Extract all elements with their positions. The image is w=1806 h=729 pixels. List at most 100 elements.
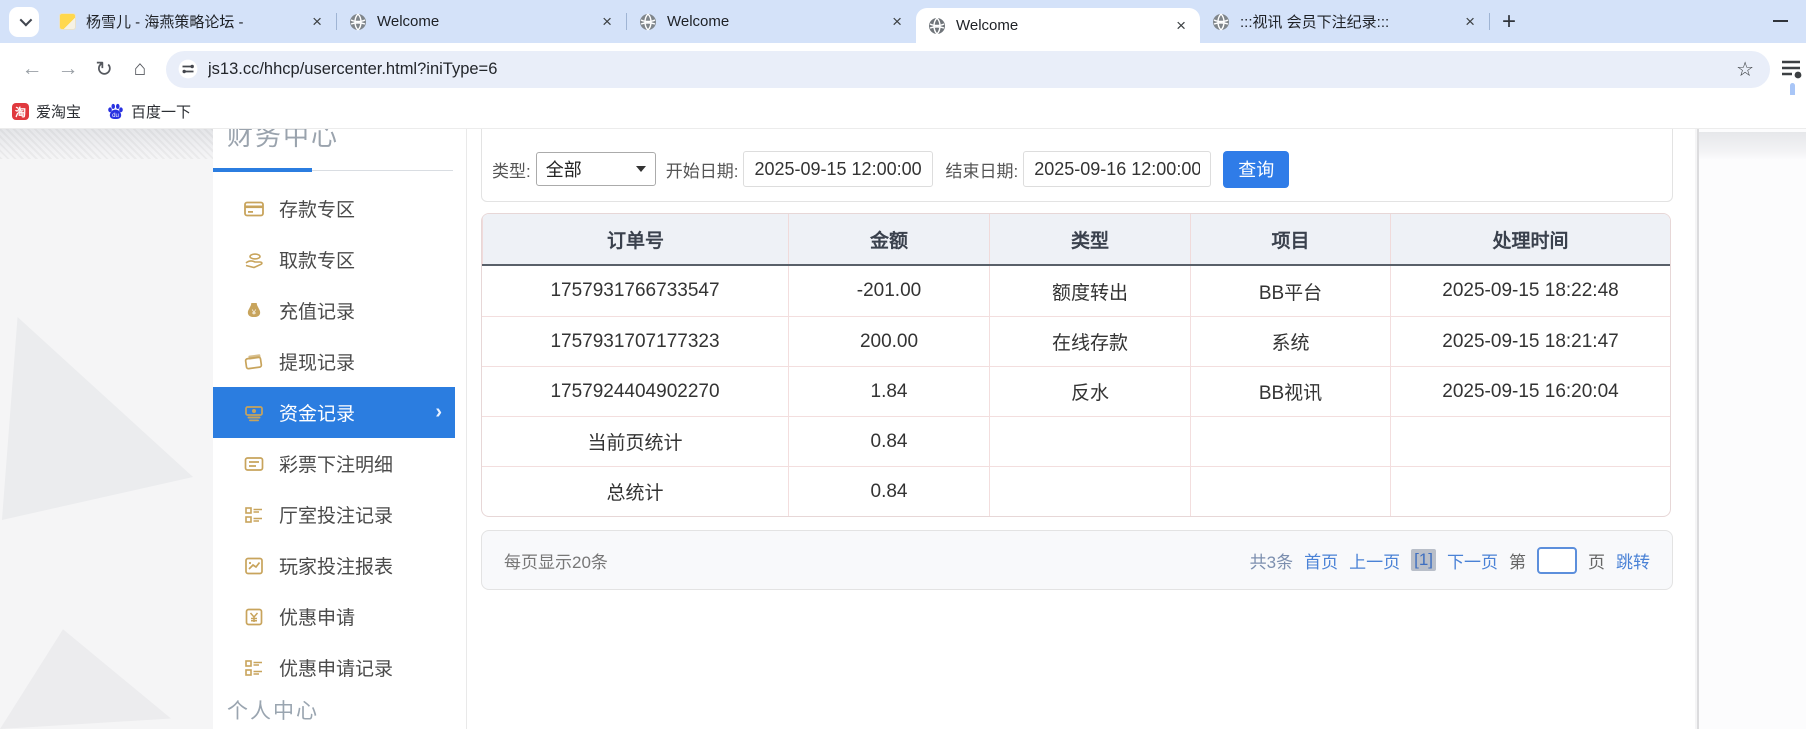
url-text[interactable]: js13.cc/hhcp/usercenter.html?iniType=6 xyxy=(208,60,1734,79)
close-icon[interactable]: × xyxy=(888,13,906,30)
reading-list-icon[interactable] xyxy=(1780,58,1804,80)
globe-icon xyxy=(1213,13,1229,30)
bank-card-icon xyxy=(244,201,264,216)
jump-prefix-label: 第 xyxy=(1509,552,1526,572)
funds-table: 订单号 金额 类型 项目 处理时间 1757931766733547 -201.… xyxy=(481,213,1671,517)
new-tab-button[interactable]: + xyxy=(1490,9,1528,34)
banknotes-icon xyxy=(245,405,263,421)
close-icon[interactable]: × xyxy=(1461,13,1479,30)
sidebar-item-deposit-zone[interactable]: 存款专区 xyxy=(213,183,455,234)
order-id-cell: 1757931766733547 xyxy=(550,280,720,301)
background-triangle xyxy=(0,629,171,729)
column-header: 金额 xyxy=(788,214,989,264)
column-header: 处理时间 xyxy=(1390,214,1670,264)
home-icon[interactable]: ⌂ xyxy=(122,51,158,87)
pagination-bar: 每页显示20条 共3条 首页 上一页 [1] 下一页 第 页 跳转 xyxy=(481,530,1673,590)
project-cell: 系统 xyxy=(1190,316,1390,366)
project-cell: BB平台 xyxy=(1190,266,1390,316)
chart-report-icon xyxy=(245,557,263,574)
sidebar-item-withdraw-zone[interactable]: 取款专区 xyxy=(213,234,455,285)
baidu-paw-icon: du xyxy=(108,103,123,119)
first-page-link[interactable]: 首页 xyxy=(1304,548,1338,573)
tab-welcome-1[interactable]: Welcome × xyxy=(337,0,626,43)
background-texture-band xyxy=(0,129,213,159)
summary-label-cell: 总统计 xyxy=(482,466,788,516)
amount-cell: -201.00 xyxy=(788,266,989,316)
tab-search-button[interactable] xyxy=(9,6,39,37)
sidebar-item-label: 优惠申请 xyxy=(279,608,356,629)
forward-icon[interactable]: → xyxy=(50,51,86,87)
chevron-down-icon xyxy=(635,166,646,172)
site-settings-icon[interactable] xyxy=(178,59,198,79)
sidebar-item-room-bet-records[interactable]: 厅室投注记录 xyxy=(213,489,455,540)
sidebar-item-withdrawal-records[interactable]: 提现记录 xyxy=(213,336,455,387)
wallet-icon xyxy=(244,353,263,370)
reload-icon[interactable]: ↻ xyxy=(86,51,122,87)
tab-welcome-2[interactable]: Welcome × xyxy=(627,0,916,43)
sidebar-item-label: 资金记录 xyxy=(279,404,356,425)
sidebar: 财务中心 存款专区 取款专区 ¥ 充值记录 提现记录 资金记录 › 彩票下注明细… xyxy=(213,129,467,729)
main-content: 类型: 全部 开始日期: 结束日期: 查询 订单号 xyxy=(467,129,1695,729)
search-button[interactable]: 查询 xyxy=(1223,150,1290,188)
type-cell xyxy=(989,416,1190,466)
bookmark-star-icon[interactable]: ☆ xyxy=(1734,57,1756,82)
time-cell: 2025-09-15 18:22:48 xyxy=(1390,266,1670,316)
close-icon[interactable]: × xyxy=(598,13,616,30)
tab-strip: 杨雪儿 - 海燕策略论坛 - × Welcome × Welcome × Wel… xyxy=(0,0,1806,43)
background-texture-band xyxy=(1699,132,1806,160)
sidebar-menu: 存款专区 取款专区 ¥ 充值记录 提现记录 资金记录 › 彩票下注明细 厅室投注… xyxy=(213,183,466,693)
close-icon[interactable]: × xyxy=(1172,17,1190,34)
project-cell xyxy=(1190,416,1390,466)
list-icon xyxy=(244,456,264,471)
order-id-cell: 1757931707177323 xyxy=(482,316,788,366)
table-row: 1757931766733547 -201.00 额度转出 BB平台 2025-… xyxy=(482,266,1670,316)
amount-cell: 1.84 xyxy=(788,366,989,416)
type-select[interactable]: 全部 xyxy=(535,152,656,186)
window-minimize-button[interactable] xyxy=(1773,20,1788,22)
list-detail-icon xyxy=(245,659,262,676)
type-cell: 额度转出 xyxy=(989,266,1190,316)
browser-window: 杨雪儿 - 海燕策略论坛 - × Welcome × Welcome × Wel… xyxy=(0,0,1806,729)
chevron-right-icon: › xyxy=(435,401,442,423)
start-date-label: 开始日期: xyxy=(665,161,739,181)
money-bag-icon: ¥ xyxy=(247,302,261,317)
next-page-link[interactable]: 下一页 xyxy=(1447,548,1498,573)
sidebar-item-player-bet-report[interactable]: 玩家投注报表 xyxy=(213,540,455,591)
jump-button[interactable]: 跳转 xyxy=(1616,548,1650,573)
project-cell xyxy=(1190,466,1390,516)
amount-cell: 0.84 xyxy=(788,416,989,466)
type-cell: 反水 xyxy=(989,366,1190,416)
tab-welcome-active[interactable]: Welcome × xyxy=(916,8,1200,43)
time-cell xyxy=(1390,466,1670,516)
type-cell xyxy=(989,466,1190,516)
tab-title: :::视讯 会员下注纪录::: xyxy=(1240,14,1390,31)
sidebar-item-funds-records[interactable]: 资金记录 › xyxy=(213,387,455,438)
sidebar-item-label: 取款专区 xyxy=(279,251,356,272)
start-date-input[interactable] xyxy=(743,151,934,187)
end-date-input[interactable] xyxy=(1023,151,1212,187)
pagination-controls: 共3条 首页 上一页 [1] 下一页 第 页 跳转 xyxy=(1239,546,1650,574)
tab-betting-record[interactable]: :::视讯 会员下注纪录::: × xyxy=(1200,0,1489,43)
sidebar-item-promo-apply-records[interactable]: 优惠申请记录 xyxy=(213,642,455,693)
page-jump-input[interactable] xyxy=(1537,546,1577,574)
globe-icon xyxy=(929,17,945,34)
type-cell: 在线存款 xyxy=(989,316,1190,366)
chevron-down-icon xyxy=(19,13,32,27)
sidebar-item-label: 充值记录 xyxy=(279,302,356,323)
coupon-icon xyxy=(245,608,263,625)
current-page-indicator: [1] xyxy=(1411,549,1436,571)
sidebar-item-promo-apply[interactable]: 优惠申请 xyxy=(213,591,455,642)
close-icon[interactable]: × xyxy=(308,13,326,30)
prev-page-link[interactable]: 上一页 xyxy=(1349,548,1400,573)
address-bar[interactable]: js13.cc/hhcp/usercenter.html?iniType=6 ☆ xyxy=(166,50,1770,88)
table-row: 1757931707177323 200.00 在线存款 系统 2025-09-… xyxy=(482,316,1670,366)
sidebar-item-label: 彩票下注明细 xyxy=(279,455,394,476)
table-row: 1757924404902270 1.84 反水 BB视讯 2025-09-15… xyxy=(482,366,1670,416)
sidebar-item-lottery-bet-details[interactable]: 彩票下注明细 xyxy=(213,438,455,489)
bookmark-baidu[interactable]: du 百度一下 xyxy=(107,101,191,122)
back-icon[interactable]: ← xyxy=(14,51,50,87)
sidebar-item-recharge-records[interactable]: ¥ 充值记录 xyxy=(213,285,455,336)
active-section-underline xyxy=(213,168,312,172)
tab-forum[interactable]: 杨雪儿 - 海燕策略论坛 - × xyxy=(47,0,336,43)
bookmark-taobao[interactable]: 淘 爱淘宝 xyxy=(12,101,81,122)
